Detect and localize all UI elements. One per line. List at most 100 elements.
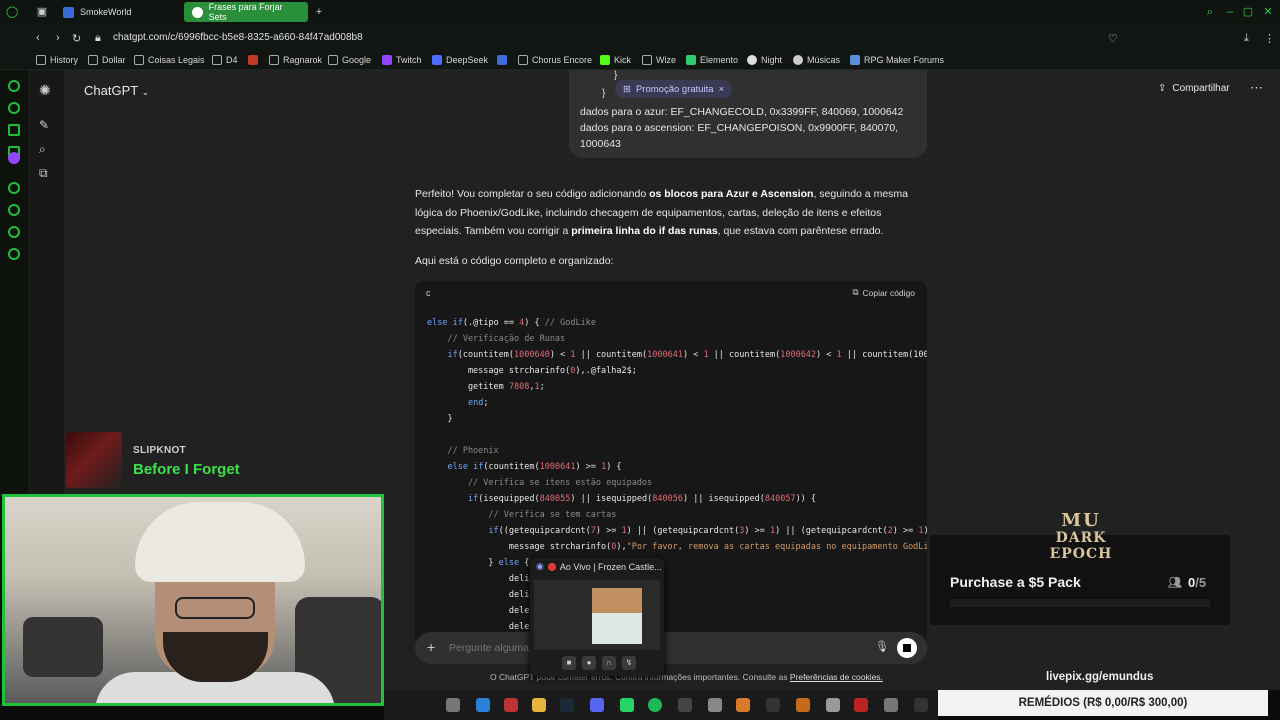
bookmark-deepseek[interactable]: DeepSeek bbox=[432, 55, 488, 65]
bookmark-google[interactable]: Google bbox=[328, 55, 371, 65]
discord-icon[interactable] bbox=[590, 698, 604, 712]
rail-app-icon[interactable] bbox=[8, 102, 20, 114]
new-chat-icon[interactable]: ✎ bbox=[39, 118, 49, 132]
app-icon[interactable] bbox=[678, 698, 692, 712]
twitch-rail-icon[interactable] bbox=[8, 152, 20, 164]
code-line: } bbox=[427, 414, 453, 424]
forward-icon[interactable]: › bbox=[56, 32, 60, 44]
openai-logo-icon[interactable]: ✺ bbox=[39, 82, 51, 99]
lock-icon[interactable]: 🔒︎ bbox=[95, 32, 101, 45]
model-selector[interactable]: ChatGPT ⌄ bbox=[84, 83, 149, 98]
minimize-icon[interactable]: – bbox=[1224, 6, 1236, 18]
copy-code-button[interactable]: ⧉ Copiar código bbox=[852, 287, 915, 298]
promo-badge[interactable]: ⊞ Promoção gratuita × bbox=[615, 80, 733, 98]
more-options-icon[interactable]: ⋯ bbox=[1250, 80, 1263, 96]
store-icon[interactable] bbox=[476, 698, 490, 712]
download-icon[interactable]: ⤓ bbox=[1244, 32, 1249, 45]
browser-titlebar: ◯ ▣ SmokeWorld Frases para Forjar Sets +… bbox=[0, 0, 1280, 24]
bookmark-musicas[interactable]: Músicas bbox=[793, 55, 840, 65]
code-line: deli bbox=[427, 590, 530, 600]
game-logo: MU DARK EPOCH bbox=[1025, 512, 1137, 563]
history-icon[interactable] bbox=[8, 204, 20, 216]
close-icon[interactable]: × bbox=[719, 84, 725, 95]
bookmark-night[interactable]: Night bbox=[747, 55, 782, 65]
bookmark-ragnarok[interactable]: Ragnarok bbox=[269, 55, 322, 65]
bookmark-kick[interactable]: Kick bbox=[600, 55, 631, 65]
terminal-icon[interactable] bbox=[914, 698, 928, 712]
taskview-icon[interactable] bbox=[446, 698, 460, 712]
bookmark-label: Músicas bbox=[807, 55, 841, 65]
bookmark-elemento[interactable]: Elemento bbox=[686, 55, 738, 65]
headphones-icon[interactable]: ∩ bbox=[602, 656, 616, 670]
bookmark-history[interactable]: History bbox=[36, 55, 78, 65]
bookmark-e[interactable] bbox=[248, 55, 258, 65]
bookmark-wize[interactable]: Wize bbox=[642, 55, 676, 65]
bookmark-misc[interactable] bbox=[497, 55, 507, 65]
back-icon[interactable]: ‹ bbox=[36, 32, 40, 44]
spotify-icon[interactable] bbox=[648, 698, 662, 712]
ad-count-total: /5 bbox=[1195, 575, 1207, 590]
disconnect-icon[interactable]: ↯ bbox=[622, 656, 636, 670]
maximize-icon[interactable]: ▢ bbox=[1242, 6, 1254, 18]
share-button[interactable]: ⇪ Compartilhar bbox=[1158, 83, 1230, 94]
bookmark-label: Twitch bbox=[396, 55, 422, 65]
new-tab-icon[interactable]: + bbox=[313, 6, 325, 18]
folder-icon bbox=[269, 55, 279, 65]
stream-thumbnail[interactable] bbox=[534, 580, 660, 650]
code-line: // Verificação de Runas bbox=[427, 334, 566, 344]
search-icon[interactable]: ⌕ bbox=[1204, 6, 1216, 18]
bookmark-coisas-legais[interactable]: Coisas Legais bbox=[134, 55, 205, 65]
app-icon[interactable] bbox=[884, 698, 898, 712]
app-icon[interactable] bbox=[796, 698, 810, 712]
donation-goal: REMÉDIOS (R$ 0,00/R$ 300,00) bbox=[938, 690, 1268, 716]
rail-app-icon[interactable] bbox=[8, 80, 20, 92]
app-icon[interactable] bbox=[854, 698, 868, 712]
menu-icon[interactable]: ⋮ bbox=[1264, 32, 1275, 45]
bookmark-label: Coisas Legais bbox=[148, 55, 205, 65]
url-field[interactable]: chatgpt.com/c/6996fbcc-b5e8-8325-a660-84… bbox=[113, 32, 363, 43]
taskbar bbox=[384, 690, 938, 720]
twitch-icon bbox=[382, 55, 392, 65]
livepix-link: livepix.gg/emundus bbox=[1046, 671, 1154, 683]
cookie-preferences-link[interactable]: Preferências de cookies. bbox=[790, 672, 883, 682]
whatsapp-icon[interactable] bbox=[620, 698, 634, 712]
app-icon[interactable] bbox=[504, 698, 518, 712]
bookmark-icon[interactable]: ♡ bbox=[1108, 32, 1118, 45]
file-explorer-icon[interactable] bbox=[532, 698, 546, 712]
message-composer: + 🎙︎ bbox=[415, 632, 927, 664]
browser-logo-icon[interactable]: ◯ bbox=[6, 6, 18, 18]
popup-title: ◉ Ao Vivo | Frozen Castle... bbox=[536, 561, 662, 572]
app-icon[interactable] bbox=[736, 698, 750, 712]
bookmark-chorus[interactable]: Chorus Encore bbox=[518, 55, 592, 65]
tab-overview-icon[interactable]: ▣ bbox=[36, 6, 48, 18]
mic-icon[interactable]: ● bbox=[582, 656, 596, 670]
bookmark-twitch[interactable]: Twitch bbox=[382, 55, 422, 65]
library-icon[interactable]: ⧉ bbox=[39, 166, 48, 181]
bookmark-rpg-maker[interactable]: RPG Maker Forums bbox=[850, 55, 944, 65]
reload-icon[interactable]: ↻ bbox=[72, 32, 81, 45]
bookmark-d4[interactable]: D4 bbox=[212, 55, 238, 65]
app-icon[interactable] bbox=[708, 698, 722, 712]
rail-app-icon[interactable] bbox=[8, 226, 20, 238]
tab-smokeworld[interactable]: SmokeWorld bbox=[55, 2, 180, 22]
code-line: if(isequipped(840055) || isequipped(8400… bbox=[467, 494, 817, 504]
search-icon[interactable]: ⌕ bbox=[39, 142, 46, 157]
bookmark-label: Google bbox=[342, 55, 372, 65]
code-line: if((getequipcardcnt(7) >= 1) || (getequi… bbox=[488, 526, 927, 536]
rail-app-icon[interactable] bbox=[8, 182, 20, 194]
settings-icon[interactable] bbox=[826, 698, 840, 712]
microphone-icon[interactable]: 🎙︎ bbox=[875, 640, 889, 653]
stop-button[interactable] bbox=[897, 638, 917, 658]
app-icon[interactable] bbox=[766, 698, 780, 712]
tab-frases[interactable]: Frases para Forjar Sets bbox=[184, 2, 308, 22]
close-icon[interactable]: ✕ bbox=[1262, 6, 1274, 18]
code-line: message strcharinfo(0),"Por favor, remov… bbox=[427, 542, 927, 552]
attach-icon[interactable]: + bbox=[427, 639, 435, 655]
settings-icon[interactable] bbox=[8, 248, 20, 260]
rail-app-icon[interactable] bbox=[8, 124, 20, 136]
bookmark-dollar[interactable]: Dollar bbox=[88, 55, 126, 65]
camera-icon[interactable]: ■ bbox=[562, 656, 576, 670]
copy-label: Copiar código bbox=[862, 287, 915, 298]
folder-icon bbox=[134, 55, 144, 65]
steam-icon[interactable] bbox=[560, 698, 574, 712]
